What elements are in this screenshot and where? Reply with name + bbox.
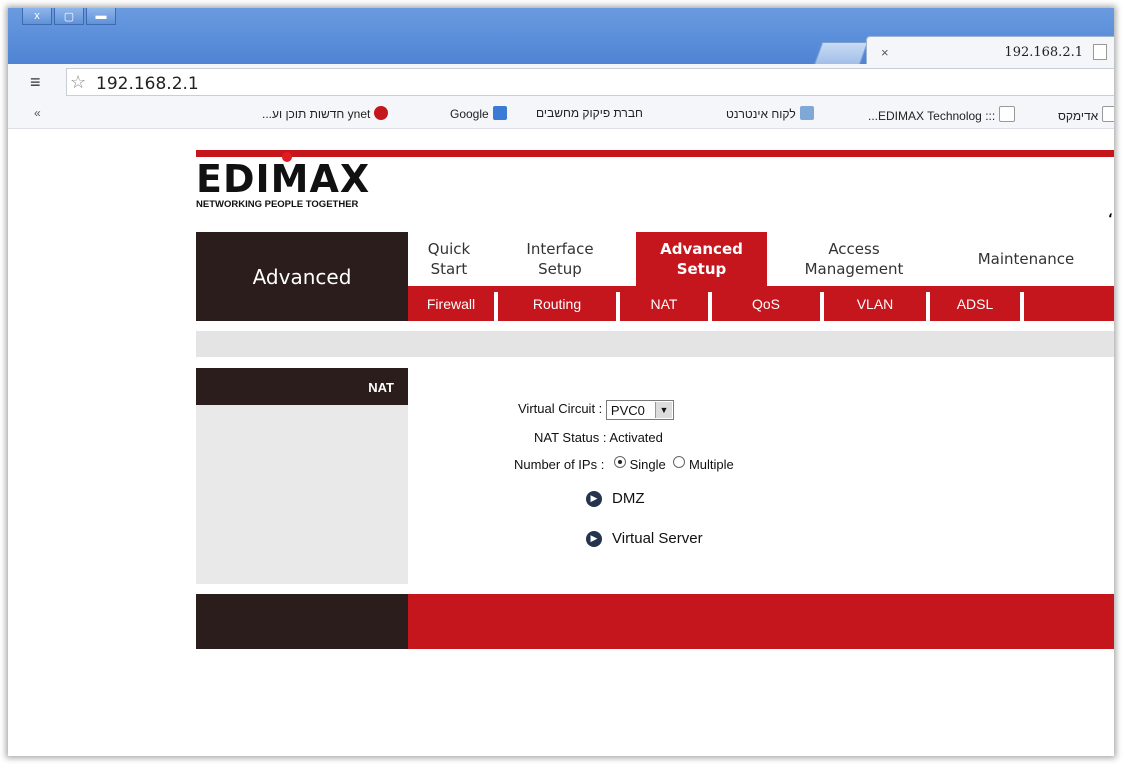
dmz-label[interactable]: DMZ	[612, 490, 645, 507]
tab-quick-start[interactable]: Quick Start	[408, 232, 490, 286]
tab-label: Access	[828, 240, 880, 258]
maximize-window-button[interactable]: ▢	[54, 8, 84, 25]
tab-label: Management	[804, 260, 904, 278]
title-bar: x ▢ ▬ × 192.168.2.1	[8, 8, 1114, 67]
bookmark-peacock[interactable]: חברת פיקוק מחשבים	[536, 106, 643, 120]
page-title: NAT	[196, 368, 408, 405]
logo-word: EDIMAX	[196, 157, 371, 201]
tab-advanced-setup[interactable]: Advanced Setup	[636, 232, 767, 286]
close-window-button[interactable]: x	[22, 8, 52, 25]
virtual-circuit-value: PVC0	[610, 403, 645, 418]
multiple-label: Multiple	[688, 457, 734, 472]
bookmark-internet-client[interactable]: לקוח אינטרנט	[726, 106, 814, 121]
single-label: Single	[629, 457, 666, 472]
arrow-bullet-icon: ▶	[586, 530, 602, 547]
section-title: Advanced	[196, 232, 408, 321]
page-icon	[1093, 44, 1107, 60]
virtual-server-link[interactable]: ▶ Virtual Server	[586, 530, 703, 547]
arrow-bullet-icon: ▶	[586, 490, 602, 507]
bookmark-label: חברת פיקוק מחשבים	[536, 106, 643, 120]
tab-close-icon[interactable]: ×	[881, 45, 889, 60]
bookmark-star-icon[interactable]: ☆	[70, 72, 86, 93]
subtab-firewall[interactable]: Firewall	[408, 286, 494, 321]
edimax-logo: EDIMAX NETWORKING PEOPLE TOGETHER	[196, 152, 371, 210]
dmz-link[interactable]: ▶ DMZ	[586, 490, 645, 507]
number-of-ips-row: Number of IPs : Single Multiple	[514, 456, 734, 472]
virtual-circuit-row: Virtual Circuit : PVC0 ▼	[518, 400, 674, 420]
virtual-circuit-label: Virtual Circuit :	[518, 401, 603, 417]
menu-icon[interactable]: ≡	[30, 73, 41, 91]
subtab-routing[interactable]: Routing	[498, 286, 616, 321]
logo-tagline: NETWORKING PEOPLE TOGETHER	[196, 199, 359, 210]
page-icon	[999, 106, 1016, 122]
nat-form: Virtual Circuit : PVC0 ▼ NAT Status : Ac…	[408, 368, 1114, 584]
bookmark-ynet[interactable]: ynet חדשות תוכן וע...	[262, 106, 389, 121]
new-tab-button[interactable]	[813, 42, 869, 65]
chevron-down-icon[interactable]: ▼	[654, 402, 672, 418]
tab-label: Advanced	[660, 240, 743, 258]
tab-maintenance[interactable]: Maintenance	[948, 232, 1104, 286]
cropped-glyph: ،	[1108, 204, 1113, 220]
bookmark-label: אדימקס	[1058, 109, 1099, 123]
ynet-icon	[374, 106, 389, 120]
map-icon	[799, 106, 814, 120]
browser-window: x ▢ ▬ × 192.168.2.1 ≡ ☆ 192.168.2.1 « yn…	[8, 8, 1114, 756]
address-url[interactable]: 192.168.2.1	[96, 74, 199, 94]
tab-label: Interface	[526, 240, 594, 258]
nat-status-value: Activated	[609, 430, 663, 445]
subnav-divider	[1020, 292, 1024, 321]
tab-label: Start	[430, 260, 468, 278]
browser-tab[interactable]: × 192.168.2.1	[866, 36, 1114, 67]
sub-nav: Firewall Routing NAT QoS VLAN ADSL	[408, 286, 1114, 321]
logo-dot	[282, 152, 292, 162]
spacer-bar	[196, 331, 1114, 357]
bookmark-label: לקוח אינטרנט	[726, 107, 796, 121]
subtab-adsl[interactable]: ADSL	[930, 286, 1020, 321]
window-controls: x ▢ ▬	[22, 8, 116, 26]
tab-interface-setup[interactable]: Interface Setup	[504, 232, 616, 286]
subtab-qos[interactable]: QoS	[712, 286, 820, 321]
bookmarks-bar: « ynet חדשות תוכן וע... Google חברת פיקו…	[8, 100, 1114, 129]
nat-status-row: NAT Status : Activated	[534, 430, 663, 445]
footer-right	[408, 594, 1114, 649]
bookmarks-overflow-icon[interactable]: «	[34, 106, 41, 120]
number-of-ips-label: Number of IPs :	[514, 457, 605, 472]
tab-label: Quick	[427, 240, 471, 258]
tab-title: 192.168.2.1	[1004, 45, 1083, 60]
virtual-server-label[interactable]: Virtual Server	[612, 530, 703, 547]
left-panel	[196, 405, 408, 584]
address-bar[interactable]	[66, 68, 1114, 96]
minimize-window-button[interactable]: ▬	[86, 8, 116, 25]
virtual-circuit-select[interactable]: PVC0 ▼	[605, 400, 674, 420]
bookmark-edimax-he[interactable]: אדימקס	[1058, 106, 1114, 123]
tab-access-management[interactable]: Access Management	[784, 232, 924, 286]
nat-status-label: NAT Status :	[534, 430, 607, 445]
subtab-nat[interactable]: NAT	[620, 286, 708, 321]
bookmark-label: ynet חדשות תוכן וע...	[262, 107, 371, 121]
browser-toolbar: ≡ ☆ 192.168.2.1	[8, 64, 1114, 101]
subtab-vlan[interactable]: VLAN	[824, 286, 926, 321]
bookmark-label: ::: EDIMAX Technolog...	[868, 109, 996, 123]
bookmark-edimax-tech[interactable]: ::: EDIMAX Technolog...	[868, 106, 1016, 123]
single-radio[interactable]	[613, 456, 626, 468]
multiple-radio[interactable]	[673, 456, 686, 468]
main-nav: Quick Start Interface Setup Advanced Setup …	[408, 232, 1114, 286]
tab-label: Setup	[676, 260, 727, 278]
header-red-line	[196, 150, 1114, 157]
bookmark-label: Google	[450, 107, 489, 121]
tab-label: Maintenance	[977, 250, 1075, 268]
router-page: EDIMAX NETWORKING PEOPLE TOGETHER Advanc…	[196, 128, 1114, 756]
footer-left	[196, 594, 408, 649]
google-icon	[492, 106, 507, 120]
page-icon	[1102, 106, 1114, 122]
tab-label: Setup	[538, 260, 582, 278]
bookmark-google[interactable]: Google	[450, 106, 507, 121]
